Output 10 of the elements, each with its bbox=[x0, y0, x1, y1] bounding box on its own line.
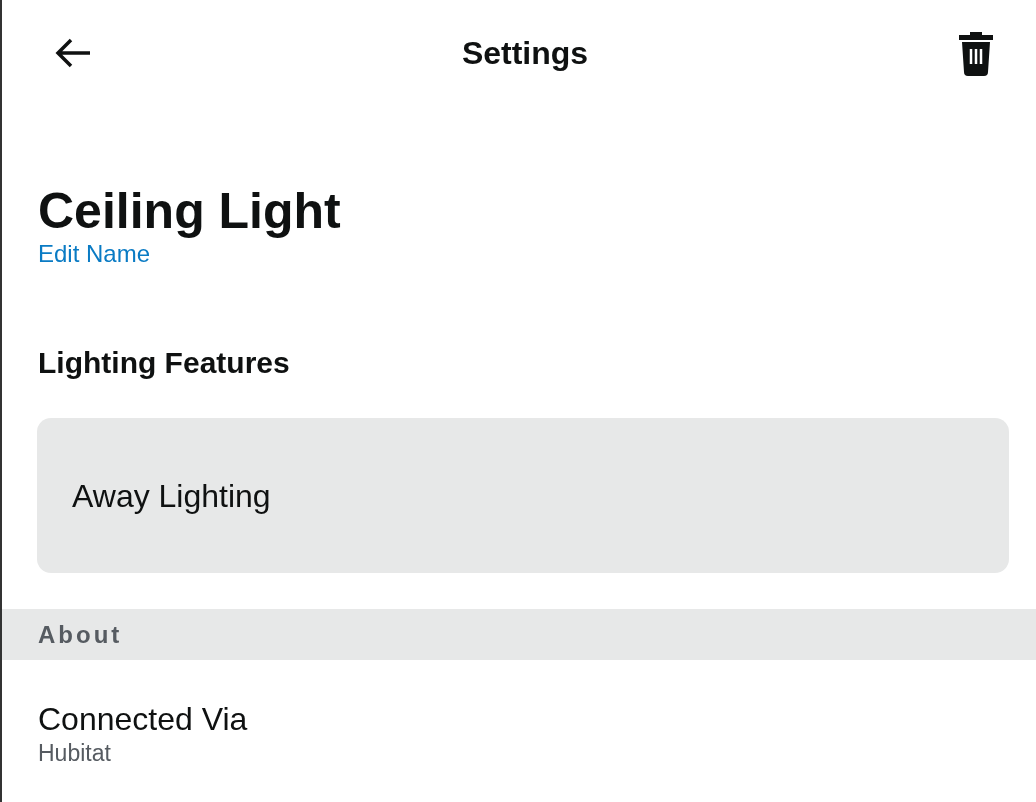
screen-title: Settings bbox=[461, 33, 589, 73]
section-heading: About bbox=[38, 619, 123, 650]
back-icon[interactable] bbox=[54, 36, 92, 69]
section-heading: Lighting Features bbox=[37, 345, 291, 381]
row-label: Connected Via bbox=[38, 700, 249, 738]
delete-icon[interactable] bbox=[958, 29, 994, 76]
row-value: Hubitat bbox=[38, 739, 112, 768]
feature-item[interactable]: Away Lighting bbox=[37, 418, 1009, 573]
device-name: Ceiling Light bbox=[38, 183, 342, 239]
edit-name-link[interactable]: Edit Name bbox=[38, 239, 151, 269]
